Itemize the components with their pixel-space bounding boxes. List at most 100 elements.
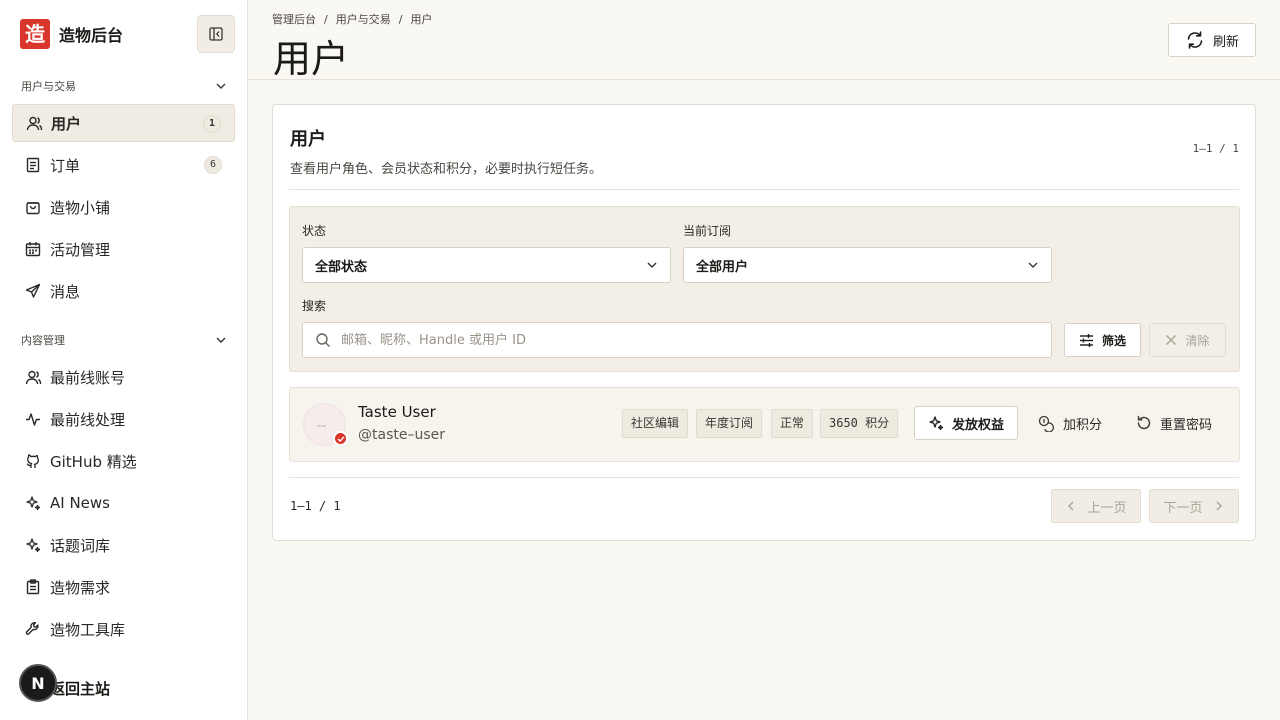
sidebar-item-shop[interactable]: 造物小铺 [12,188,235,226]
chevron-left-icon [1068,501,1074,511]
sidebar-item-label: 造物需求 [50,578,111,597]
close-icon [1166,335,1177,345]
sidebar-item-frontline-accounts[interactable]: 最前线账号 [12,358,235,396]
section-header-content[interactable]: 内容管理 [21,331,227,349]
search-field[interactable] [302,322,1052,358]
add-points-label: 加积分 [1063,417,1103,433]
refresh-label: 刷新 [1212,34,1239,50]
search-label: 搜索 [302,299,327,313]
status-select-value: 全部状态 [315,259,368,275]
search-icon [316,333,330,347]
breadcrumb-item[interactable]: 用户与交易 [336,13,391,26]
pagination-range: 1–1 / 1 [290,499,341,513]
user-icon [24,368,42,386]
sidebar-item-label: GitHub 精选 [50,452,137,471]
points-badge: 3650 积分 [820,409,899,438]
wrench-icon [24,620,42,638]
search-input[interactable] [341,332,1021,348]
subscription-filter-label: 当前订阅 [683,224,732,238]
chevron-down-icon [216,337,226,343]
prev-page-label: 上一页 [1087,500,1127,516]
count-badge: 6 [204,156,222,174]
sidebar-item-topics[interactable]: 话题词库 [12,526,235,564]
breadcrumb-separator: / [324,13,328,26]
sidebar-item-label: 话题词库 [50,536,111,555]
breadcrumb-item[interactable]: 管理后台 [272,13,316,26]
back-home-link[interactable]: 返回主站 [50,678,110,699]
reset-password-button[interactable]: 重置密码 [1136,406,1212,440]
collapse-sidebar-button[interactable] [197,15,235,53]
sparkle-icon [24,536,42,554]
breadcrumb-separator: / [398,13,403,26]
sparkle-icon [929,416,944,431]
filter-button[interactable]: 筛选 [1064,323,1141,357]
status-filter-label: 状态 [302,224,327,238]
sidebar-item-requests[interactable]: 造物需求 [12,568,235,606]
sidebar-item-ai-news[interactable]: AI News [12,484,235,522]
reset-password-label: 重置密码 [1160,417,1213,433]
github-icon [24,452,42,470]
sidebar-item-label: 消息 [50,282,81,301]
sidebar-item-frontline-processing[interactable]: 最前线处理 [12,400,235,438]
status-select[interactable]: 全部状态 [302,247,671,283]
refresh-button[interactable]: 刷新 [1168,23,1256,57]
sidebar-item-label: 订单 [50,156,81,175]
dev-tools-button[interactable]: N [19,664,57,702]
chevron-down-icon [1028,262,1038,268]
page-header: 管理后台 / 用户与交易 / 用户 用户 刷新 [248,0,1280,81]
sidebar-item-label: AI News [50,494,110,512]
card-title: 用户 [290,129,326,150]
sliders-icon [1079,333,1093,347]
sidebar-item-messages[interactable]: 消息 [12,272,235,310]
section-header-users-trade[interactable]: 用户与交易 [21,77,227,95]
prev-page-button[interactable]: 上一页 [1051,489,1141,523]
sidebar-collapse-icon [209,27,223,41]
sparkle-icon [24,494,42,512]
status-badge: 正常 [771,409,814,438]
role-badge: 社区编辑 [622,409,689,438]
sidebar-item-tools[interactable]: 造物工具库 [12,610,235,648]
send-icon [24,282,42,300]
subscription-select-value: 全部用户 [696,259,749,275]
page-title: 用户 [273,37,350,81]
user-icon [25,114,43,132]
grant-benefits-label: 发放权益 [951,417,1004,433]
sidebar-item-events[interactable]: 活动管理 [12,230,235,268]
section-label: 内容管理 [21,334,65,347]
filter-button-label: 筛选 [1101,333,1126,348]
breadcrumb: 管理后台 / 用户与交易 / 用户 [272,11,432,27]
brand[interactable]: 造 造物后台 [20,19,123,49]
bag-icon [24,198,42,216]
sidebar-item-label: 造物工具库 [50,620,126,639]
next-page-button[interactable]: 下一页 [1149,489,1239,523]
card-subtitle: 查看用户角色、会员状态和积分，必要时执行短任务。 [290,162,603,177]
sidebar-item-orders[interactable]: 订单 6 [12,146,235,184]
verified-badge-icon [333,431,348,446]
clear-button-label: 清除 [1185,333,1210,348]
clear-button[interactable]: 清除 [1149,323,1226,357]
reset-icon [1137,415,1151,430]
user-name[interactable]: Taste User [358,403,436,421]
refresh-icon [1187,31,1203,49]
activity-icon [24,410,42,428]
sidebar-item-label: 用户 [51,114,82,133]
chevron-right-icon [1216,501,1222,511]
sidebar-item-users[interactable]: 用户 1 [12,104,235,142]
filter-panel: 状态 全部状态 当前订阅 全部用户 搜索 筛选 清除 [289,206,1240,372]
sidebar-item-label: 造物小铺 [50,198,111,217]
section-label: 用户与交易 [21,80,76,93]
brand-logo: 造 [20,19,50,49]
calendar-icon [24,240,42,258]
sidebar: 造 造物后台 用户与交易 用户 1 订单 6 造物小铺 活动管理 消息 内容管理… [0,0,248,720]
document-icon [24,156,42,174]
add-points-button[interactable]: 加积分 [1038,406,1102,440]
sidebar-item-github[interactable]: GitHub 精选 [12,442,235,480]
clipboard-icon [24,578,42,596]
sidebar-item-label: 最前线处理 [50,410,126,429]
grant-benefits-button[interactable]: 发放权益 [914,406,1018,440]
subscription-select[interactable]: 全部用户 [683,247,1052,283]
next-page-label: 下一页 [1163,500,1203,516]
coins-icon [1038,415,1054,432]
user-handle: @taste–user [358,427,446,443]
user-row[interactable]: Taste User @taste–user 社区编辑 年度订阅 正常 3650… [289,387,1240,462]
